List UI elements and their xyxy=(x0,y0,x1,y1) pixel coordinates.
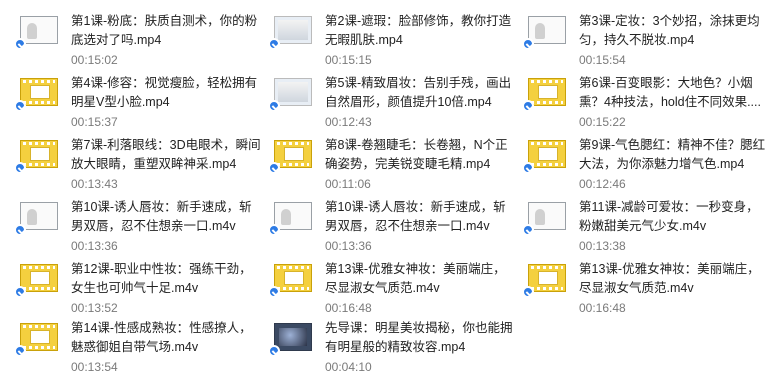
file-duration: 00:15:37 xyxy=(71,115,118,129)
file-item[interactable]: 第5课-精致眉妆：告别手残，画出自然眉形，颜值提升10倍.mp4 00:12:4… xyxy=(254,74,511,134)
file-duration: 00:13:54 xyxy=(71,360,118,374)
file-name: 第9课-气色腮红：精神不佳？腮红大法，为你添魅力增气色.mp4 xyxy=(579,138,766,171)
file-item[interactable]: 第7课-利落眼线：3D电眼术，瞬间放大眼睛，重塑双眸神采.mp4 00:13:4… xyxy=(0,136,261,196)
sync-check-icon xyxy=(268,100,280,112)
sync-check-icon xyxy=(522,224,534,236)
file-item[interactable]: 第1课-粉底：肤质自测术，你的粉底选对了吗.mp4 00:15:02 xyxy=(0,12,257,72)
file-item[interactable]: 第6课-百变眼影：大地色？小烟熏？4种技法，hold住不同效果.... 00:1… xyxy=(508,74,762,134)
sync-check-icon xyxy=(268,162,280,174)
file-name: 第10课-诱人唇妆：新手速成，斩男双唇，忍不住想亲一口.m4v xyxy=(325,200,506,233)
sync-check-icon xyxy=(268,224,280,236)
sync-check-icon xyxy=(268,286,280,298)
file-duration: 00:12:46 xyxy=(579,177,626,191)
video-file-icon xyxy=(20,140,58,168)
file-duration: 00:15:02 xyxy=(71,53,118,67)
sync-check-icon xyxy=(522,286,534,298)
file-item[interactable]: 第9课-气色腮红：精神不佳？腮红大法，为你添魅力增气色.mp4 00:12:46 xyxy=(508,136,765,196)
sync-check-icon xyxy=(14,286,26,298)
file-item[interactable]: 第13课-优雅女神妆：美丽端庄，尽显淑女气质范.m4v 00:16:48 xyxy=(254,260,508,320)
file-name: 第13课-优雅女神妆：美丽端庄，尽显淑女气质范.m4v xyxy=(579,262,760,295)
file-duration: 00:13:38 xyxy=(579,239,626,253)
file-duration: 00:16:48 xyxy=(325,301,372,315)
blank-icon xyxy=(274,202,312,230)
file-name: 先导课：明星美妆揭秘，你也能拥有明星般的精致妆容.mp4 xyxy=(325,321,513,354)
file-name: 第13课-优雅女神妆：美丽端庄，尽显淑女气质范.m4v xyxy=(325,262,506,295)
file-name: 第11课-减龄可爱妆：一秒变身，粉嫩甜美元气少女.m4v xyxy=(579,200,759,233)
video-file-icon xyxy=(20,78,58,106)
file-duration: 00:11:06 xyxy=(325,177,371,191)
blank-icon xyxy=(528,16,566,44)
file-item[interactable]: 第2课-遮瑕：脸部修饰，教你打造无暇肌肤.mp4 00:15:15 xyxy=(254,12,511,72)
video-file-icon xyxy=(20,264,58,292)
sync-check-icon xyxy=(268,345,280,357)
file-name: 第8课-卷翘睫毛：长卷翘，N个正确姿势，完美锐变睫毛精.mp4 xyxy=(325,138,508,171)
file-name: 第14课-性感成熟妆：性感撩人，魅惑御姐自带气场.m4v xyxy=(71,321,252,354)
sync-check-icon xyxy=(14,224,26,236)
file-duration: 00:13:43 xyxy=(71,177,118,191)
file-duration: 00:04:10 xyxy=(325,360,372,374)
video-file-icon xyxy=(274,264,312,292)
file-name: 第1课-粉底：肤质自测术，你的粉底选对了吗.mp4 xyxy=(71,14,258,47)
file-name: 第2课-遮瑕：脸部修饰，教你打造无暇肌肤.mp4 xyxy=(325,14,512,47)
file-duration: 00:15:15 xyxy=(325,53,372,67)
file-item[interactable]: 第12课-职业中性妆：强练干劲，女生也可帅气十足.m4v 00:13:52 xyxy=(0,260,254,320)
file-item[interactable]: 先导课：明星美妆揭秘，你也能拥有明星般的精致妆容.mp4 00:04:10 xyxy=(254,319,513,379)
blank-icon xyxy=(528,202,566,230)
video-file-icon xyxy=(528,264,566,292)
file-name: 第4课-修容：视觉瘦脸，轻松拥有明星V型小脸.mp4 xyxy=(71,76,258,109)
file-item[interactable]: 第4课-修容：视觉瘦脸，轻松拥有明星V型小脸.mp4 00:15:37 xyxy=(0,74,257,134)
dark-photo-thumbnail-icon xyxy=(274,323,312,351)
file-name: 第3课-定妆：3个妙招，涂抹更均匀，持久不脱妆.mp4 xyxy=(579,14,760,47)
file-name: 第7课-利落眼线：3D电眼术，瞬间放大眼睛，重塑双眸神采.mp4 xyxy=(71,138,261,171)
video-file-icon xyxy=(528,78,566,106)
file-item[interactable]: 第14课-性感成熟妆：性感撩人，魅惑御姐自带气场.m4v 00:13:54 xyxy=(0,319,254,379)
sync-check-icon xyxy=(14,162,26,174)
file-name: 第6课-百变眼影：大地色？小烟熏？4种技法，hold住不同效果.... xyxy=(579,76,761,109)
photo-thumbnail-icon xyxy=(274,78,312,106)
file-name: 第12课-职业中性妆：强练干劲，女生也可帅气十足.m4v xyxy=(71,262,252,295)
file-item[interactable]: 第8课-卷翘睫毛：长卷翘，N个正确姿势，完美锐变睫毛精.mp4 00:11:06 xyxy=(254,136,508,196)
video-file-icon xyxy=(20,323,58,351)
file-duration: 00:13:36 xyxy=(325,239,372,253)
file-item[interactable]: 第13课-优雅女神妆：美丽端庄，尽显淑女气质范.m4v 00:16:48 xyxy=(508,260,762,320)
file-duration: 00:13:36 xyxy=(71,239,118,253)
file-duration: 00:16:48 xyxy=(579,301,626,315)
sync-check-icon xyxy=(522,38,534,50)
file-item[interactable]: 第10课-诱人唇妆：新手速成，斩男双唇，忍不住想亲一口.m4v 00:13:36 xyxy=(254,198,508,258)
file-name: 第10课-诱人唇妆：新手速成，斩男双唇，忍不住想亲一口.m4v xyxy=(71,200,252,233)
photo-thumbnail-icon xyxy=(274,16,312,44)
sync-check-icon xyxy=(268,38,280,50)
sync-check-icon xyxy=(14,38,26,50)
file-item[interactable]: 第11课-减龄可爱妆：一秒变身，粉嫩甜美元气少女.m4v 00:13:38 xyxy=(508,198,762,258)
video-file-icon xyxy=(528,140,566,168)
file-item[interactable]: 第3课-定妆：3个妙招，涂抹更均匀，持久不脱妆.mp4 00:15:54 xyxy=(508,12,762,72)
sync-check-icon xyxy=(14,100,26,112)
sync-check-icon xyxy=(522,100,534,112)
file-name: 第5课-精致眉妆：告别手残，画出自然眉形，颜值提升10倍.mp4 xyxy=(325,76,512,109)
video-file-icon xyxy=(274,140,312,168)
file-item[interactable]: 第10课-诱人唇妆：新手速成，斩男双唇，忍不住想亲一口.m4v 00:13:36 xyxy=(0,198,254,258)
file-grid: 第1课-粉底：肤质自测术，你的粉底选对了吗.mp4 00:15:02 第2课-遮… xyxy=(0,0,782,375)
sync-check-icon xyxy=(14,345,26,357)
blank-icon xyxy=(20,202,58,230)
file-duration: 00:15:22 xyxy=(579,115,626,129)
file-duration: 00:12:43 xyxy=(325,115,372,129)
sync-check-icon xyxy=(522,162,534,174)
file-duration: 00:13:52 xyxy=(71,301,118,315)
blank-icon xyxy=(20,16,58,44)
file-duration: 00:15:54 xyxy=(579,53,626,67)
